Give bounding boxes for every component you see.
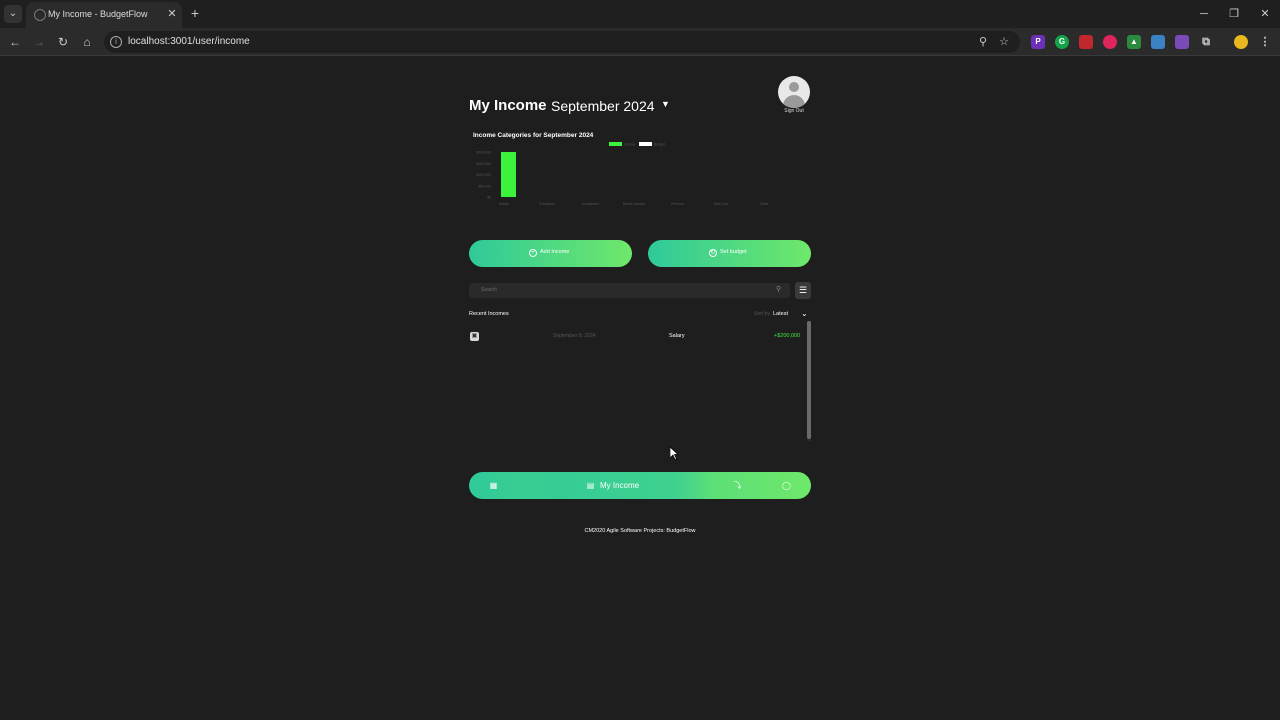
- legend-swatch: [609, 142, 622, 146]
- extension-icon[interactable]: P: [1031, 35, 1045, 49]
- income-amount: +$200,000: [774, 333, 801, 339]
- mouse-cursor-icon: [670, 447, 678, 460]
- search-input[interactable]: Search ⚲: [469, 283, 790, 298]
- search-placeholder: Search: [481, 287, 497, 293]
- menu-kebab-icon[interactable]: ⋮: [1258, 35, 1272, 49]
- url-text: localhost:3001/user/income: [128, 36, 250, 47]
- close-tab-icon[interactable]: ✕: [165, 7, 179, 21]
- nav-my-income[interactable]: My Income: [600, 481, 639, 490]
- y-tick-label: $150,000: [476, 162, 491, 166]
- x-tick-label: Rental Income: [623, 202, 646, 206]
- income-category: Salary: [669, 333, 685, 339]
- sort-label: Sort by: [754, 311, 770, 317]
- chevron-down-icon[interactable]: ⌄: [801, 309, 808, 318]
- zoom-icon[interactable]: ⚲: [976, 35, 990, 49]
- chart-title: Income Categories for September 2024: [473, 132, 594, 139]
- tab-title: My Income - BudgetFlow: [48, 9, 148, 19]
- expenses-trend-icon[interactable]: ⤵: [732, 480, 743, 491]
- month-selector[interactable]: September 2024: [551, 98, 655, 114]
- forward-icon[interactable]: →: [30, 33, 48, 51]
- restore-icon[interactable]: ❐: [1226, 6, 1242, 22]
- extension-icon[interactable]: [1175, 35, 1189, 49]
- x-tick-label: Other: [760, 202, 770, 206]
- filter-sliders-button[interactable]: ☰: [795, 282, 811, 299]
- search-icon[interactable]: ⚲: [776, 285, 781, 293]
- browser-tab-strip: ⌄ My Income - BudgetFlow ✕ + ─ ❐ ✕: [0, 0, 1280, 28]
- drive-icon[interactable]: ▲: [1127, 35, 1141, 49]
- set-budget-button[interactable]: ↻ Set budget: [648, 240, 811, 267]
- user-icon-body: [783, 95, 805, 108]
- y-tick-label: $100,000: [476, 173, 491, 177]
- footer-text: CM2020 Agile Software Projects: BudgetFl…: [584, 528, 696, 534]
- recent-incomes-heading: Recent Incomes: [469, 311, 509, 317]
- legend-label: Income: [624, 143, 636, 147]
- page-title: My Income: [469, 97, 547, 114]
- bookmark-star-icon[interactable]: ☆: [997, 35, 1011, 49]
- settings-circle-icon[interactable]: ◯: [781, 480, 792, 491]
- x-tick-label: Salary: [499, 202, 509, 206]
- new-tab-icon[interactable]: +: [188, 5, 202, 21]
- window-close-icon[interactable]: ✕: [1257, 6, 1273, 22]
- legend-swatch: [639, 142, 652, 146]
- globe-icon: [34, 9, 46, 21]
- x-tick-label: Investment: [582, 202, 599, 206]
- user-icon: [789, 82, 799, 92]
- y-tick-label: $50,000: [478, 184, 491, 188]
- set-budget-label: Set budget: [720, 249, 747, 255]
- refresh-icon: ↻: [709, 249, 717, 257]
- profile-avatar-icon[interactable]: [1234, 35, 1248, 49]
- income-chart: $200,000 $150,000 $100,000 $50,000 $0 Salary F…: [476, 142, 770, 206]
- page-content: My Income September 2024 ▼ Sign Out Inco…: [0, 57, 1280, 720]
- browser-tab[interactable]: My Income - BudgetFlow ✕: [26, 2, 182, 28]
- sign-out-link[interactable]: Sign Out: [772, 108, 816, 114]
- x-tick-label: Freelance: [539, 202, 555, 206]
- x-tick-label: Side Job: [714, 202, 728, 206]
- list-item[interactable]: ▣ September 8, 2024 Salary +$200,000: [469, 329, 805, 345]
- x-tick-label: Pension: [671, 202, 684, 206]
- browser-toolbar: ← → ↻ ⌂ i localhost:3001/user/income ⚲ ☆…: [0, 28, 1280, 56]
- income-list: ▣ September 8, 2024 Salary +$200,000: [469, 321, 811, 441]
- dashboard-grid-icon[interactable]: ▦: [488, 480, 499, 491]
- address-bar[interactable]: i localhost:3001/user/income ⚲ ☆: [104, 31, 1020, 53]
- extension-icon[interactable]: [1103, 35, 1117, 49]
- grammarly-icon[interactable]: G: [1055, 35, 1069, 49]
- income-date: September 8, 2024: [553, 333, 596, 339]
- wallet-icon: ▣: [470, 332, 479, 341]
- income-bar: [501, 152, 516, 197]
- bottom-nav: ▦ ▤ My Income ⤵ ◯: [469, 472, 811, 499]
- home-icon[interactable]: ⌂: [78, 33, 96, 51]
- y-tick-label: $200,000: [476, 151, 491, 155]
- extension-icon[interactable]: [1079, 35, 1093, 49]
- scrollbar-thumb[interactable]: [807, 321, 811, 439]
- avatar[interactable]: [778, 76, 810, 108]
- add-income-label: Add Income: [540, 249, 570, 255]
- site-info-icon[interactable]: i: [110, 36, 122, 48]
- back-icon[interactable]: ←: [6, 33, 24, 51]
- tab-search-icon[interactable]: ⌄: [4, 5, 22, 23]
- reload-icon[interactable]: ↻: [54, 33, 72, 51]
- add-income-button[interactable]: + Add Income: [469, 240, 632, 267]
- list-scrollbar[interactable]: [807, 321, 811, 441]
- extensions-puzzle-icon[interactable]: ⧉: [1199, 35, 1213, 49]
- plus-circle-icon: +: [529, 249, 537, 257]
- wallet-icon[interactable]: ▤: [585, 480, 596, 491]
- legend-label: Budget: [654, 143, 665, 147]
- extension-icon[interactable]: [1151, 35, 1165, 49]
- chevron-down-icon[interactable]: ▼: [661, 99, 670, 109]
- sort-select[interactable]: Latest: [773, 311, 788, 317]
- minimize-icon[interactable]: ─: [1196, 6, 1212, 22]
- y-tick-label: $0: [487, 196, 491, 200]
